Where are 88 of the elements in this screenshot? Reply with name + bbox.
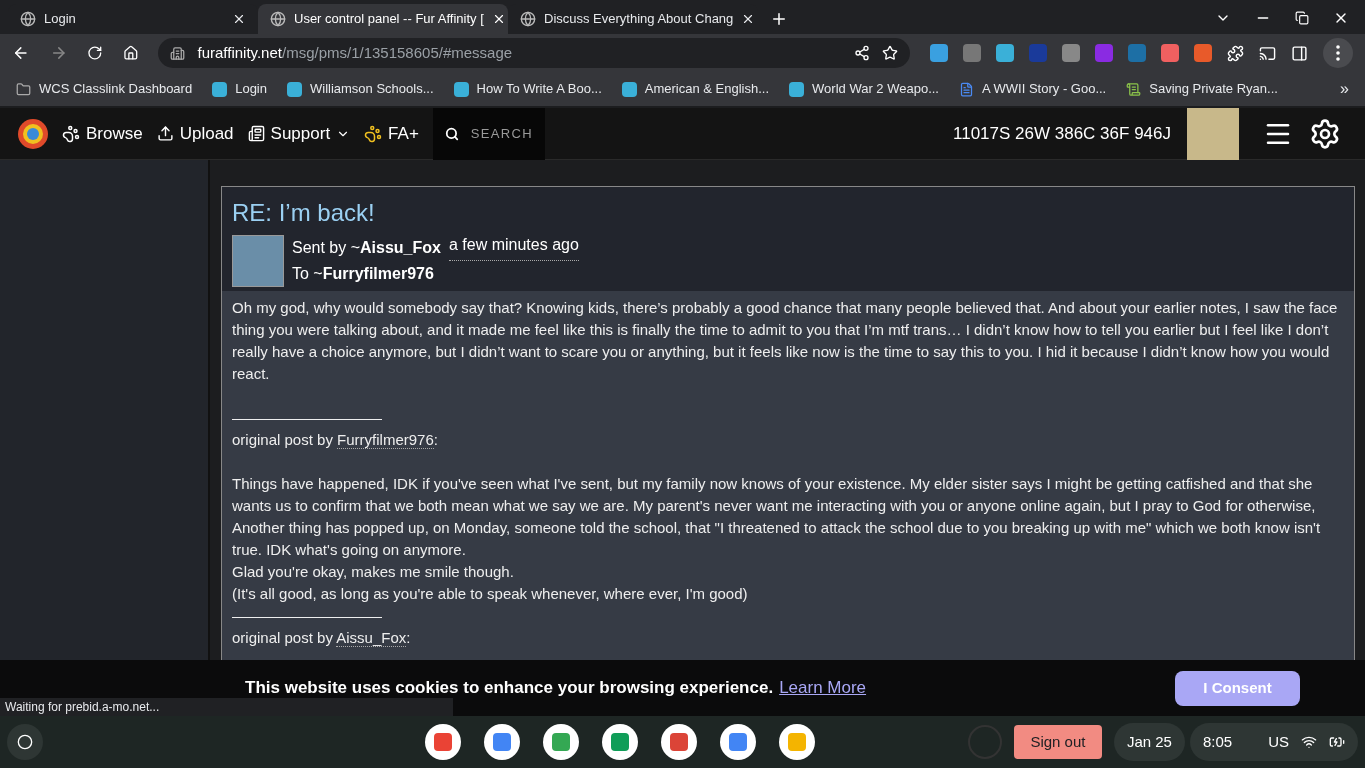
extension-icon[interactable] (1193, 44, 1212, 62)
message-text: Oh my god, why would somebody say that? Knowing kids, there’s probably a good chance that many people believed that. And about your earlier notes, I saw the face thing you were talking about, and it made me feel like this is finally the time to admit to you that I’m mtf trans… I didn’t know how to tell you earlier but I feel like I don’t really have a choice anymore, but I didn’t want to scare you or anything, but it feels like now is the time to say this to you. I hid it because I didn’t know how you would react. (232, 298, 1339, 384)
app-icon[interactable] (720, 724, 757, 760)
message-text: —————————— (232, 408, 383, 428)
launcher-button[interactable] (7, 724, 43, 760)
status-bubble: Waiting for prebid.a-mo.net... (0, 698, 453, 716)
extension-icon[interactable] (1061, 44, 1080, 62)
favicon-icon (621, 81, 637, 97)
user-link[interactable]: Furryfilmer976 (337, 431, 434, 449)
quote-header: original post by Aissu_Fox: (232, 628, 412, 649)
app-icon[interactable] (425, 724, 462, 760)
extension-icon[interactable] (1160, 44, 1179, 62)
date-pill[interactable]: Jan 25 (1113, 723, 1185, 761)
address-bar[interactable]: furaffinity.net/msg/pms/1/135158605/#message (158, 38, 910, 68)
more-bookmarks[interactable]: » (1340, 77, 1349, 101)
browser-tab[interactable]: User control panel -- Fur Affinity [ (258, 4, 508, 34)
extension-icon[interactable] (929, 44, 948, 62)
recipient-line: To ~Furryfilmer976 (292, 264, 435, 284)
message-text: Glad you're okay, makes me smile though. (232, 562, 515, 582)
favicon-icon (789, 81, 805, 97)
side-panel-icon[interactable] (1290, 44, 1308, 62)
menu-button[interactable] (1322, 38, 1353, 68)
tab-title: User control panel -- Fur Affinity [ (294, 10, 484, 29)
extension-icon[interactable] (995, 44, 1014, 62)
tab-title: Discuss Everything About Chang (544, 10, 734, 29)
app-icon[interactable] (543, 724, 580, 760)
restore-icon[interactable] (1295, 11, 1309, 25)
star-icon[interactable] (881, 45, 898, 61)
learn-more-link[interactable]: Learn More (779, 675, 867, 701)
message-text: (It's all good, as long as you're able to speak whenever, where ever, I'm good) (232, 584, 749, 604)
sign-out-button[interactable]: Sign out (1013, 725, 1102, 759)
reload-icon[interactable] (87, 45, 103, 61)
home-icon[interactable] (122, 45, 139, 61)
tab-title: Login (44, 10, 77, 29)
app-icon[interactable] (779, 724, 816, 760)
favicon-icon (212, 81, 228, 97)
app-icon[interactable] (484, 724, 521, 760)
favicon-icon (520, 11, 536, 27)
bookmark[interactable]: A WWII Story - Goo... (959, 79, 1107, 99)
bookmark[interactable]: American & English... (621, 79, 770, 99)
search-field[interactable]: SEARCH (432, 107, 545, 160)
message-title: RE: I’m back! (232, 198, 376, 228)
cast-icon[interactable] (1258, 44, 1276, 62)
nav-link[interactable]: Browse (62, 120, 143, 147)
document-icon (959, 81, 974, 97)
app-icon[interactable] (661, 724, 698, 760)
folder-icon (16, 81, 31, 97)
bookmark[interactable]: WCS Classlink Dashboard (16, 79, 193, 99)
nav-link[interactable]: Support (247, 120, 351, 147)
bookmark[interactable]: How To Write A Boo... (453, 79, 602, 99)
status-tray[interactable]: 8:05 US (1189, 723, 1358, 761)
extension-icon[interactable] (962, 44, 981, 62)
share-icon[interactable] (853, 45, 870, 61)
cookie-text: This website uses cookies to enhance your browsing experience. (245, 677, 774, 700)
stats-text: 11017S 26W 386C 36F 946J (953, 122, 1171, 145)
wifi-icon (1301, 734, 1317, 750)
paw-icon (364, 124, 383, 143)
bookmark[interactable]: World War 2 Weapo... (789, 79, 939, 99)
message-text: Things have happened, IDK if you've seen what I've sent, but my family now knows of your existence. My elder sister says I might be getting catfished and that she wants us to confirm that we both mean what we say we are. My parent's never want me interacting with you or anyone online again, but I pray to God for otherwise, Another thing has popped up, on Monday, someone told the school, that "I threatened to attack the school due to you breaking up with me" which we both know isn't true. IDK what's going on anymore. (232, 474, 1322, 560)
favicon-icon (453, 81, 469, 97)
nav-link[interactable]: FA+ (364, 120, 419, 147)
circle-icon (17, 734, 33, 750)
scroll-icon (1126, 81, 1142, 97)
more-icon (1335, 45, 1340, 61)
upload-icon (156, 125, 174, 142)
url-text: furaffinity.net/msg/pms/1/135158605/#message (197, 42, 514, 63)
quote-header: original post by Furryfilmer976: (232, 430, 439, 451)
locale-text: US (1268, 731, 1289, 752)
bookmark[interactable]: Saving Private Ryan... (1126, 79, 1278, 99)
newspaper-icon (247, 125, 265, 142)
favicon-icon (287, 81, 302, 97)
message-text: —————————— (232, 606, 383, 626)
extensions-icon[interactable] (1226, 44, 1244, 62)
message-time: a few minutes ago (448, 235, 579, 261)
close-icon[interactable] (232, 12, 246, 26)
paw-icon (62, 124, 80, 143)
nav-link[interactable]: Upload (156, 120, 234, 147)
sender-line: Sent by ~Aissu_Fox (292, 238, 441, 258)
new-tab-icon[interactable] (770, 10, 788, 28)
favicon-icon (270, 11, 286, 27)
clock-text: 8:05 (1202, 731, 1233, 752)
bookmark[interactable]: Williamson Schools... (287, 79, 434, 99)
battery-icon (1329, 734, 1345, 750)
favicon-icon (20, 11, 36, 27)
app-icon[interactable] (602, 724, 639, 760)
site-info-icon[interactable] (170, 45, 186, 61)
bookmark[interactable]: Login (212, 79, 267, 99)
settings-icon[interactable] (1309, 117, 1341, 150)
